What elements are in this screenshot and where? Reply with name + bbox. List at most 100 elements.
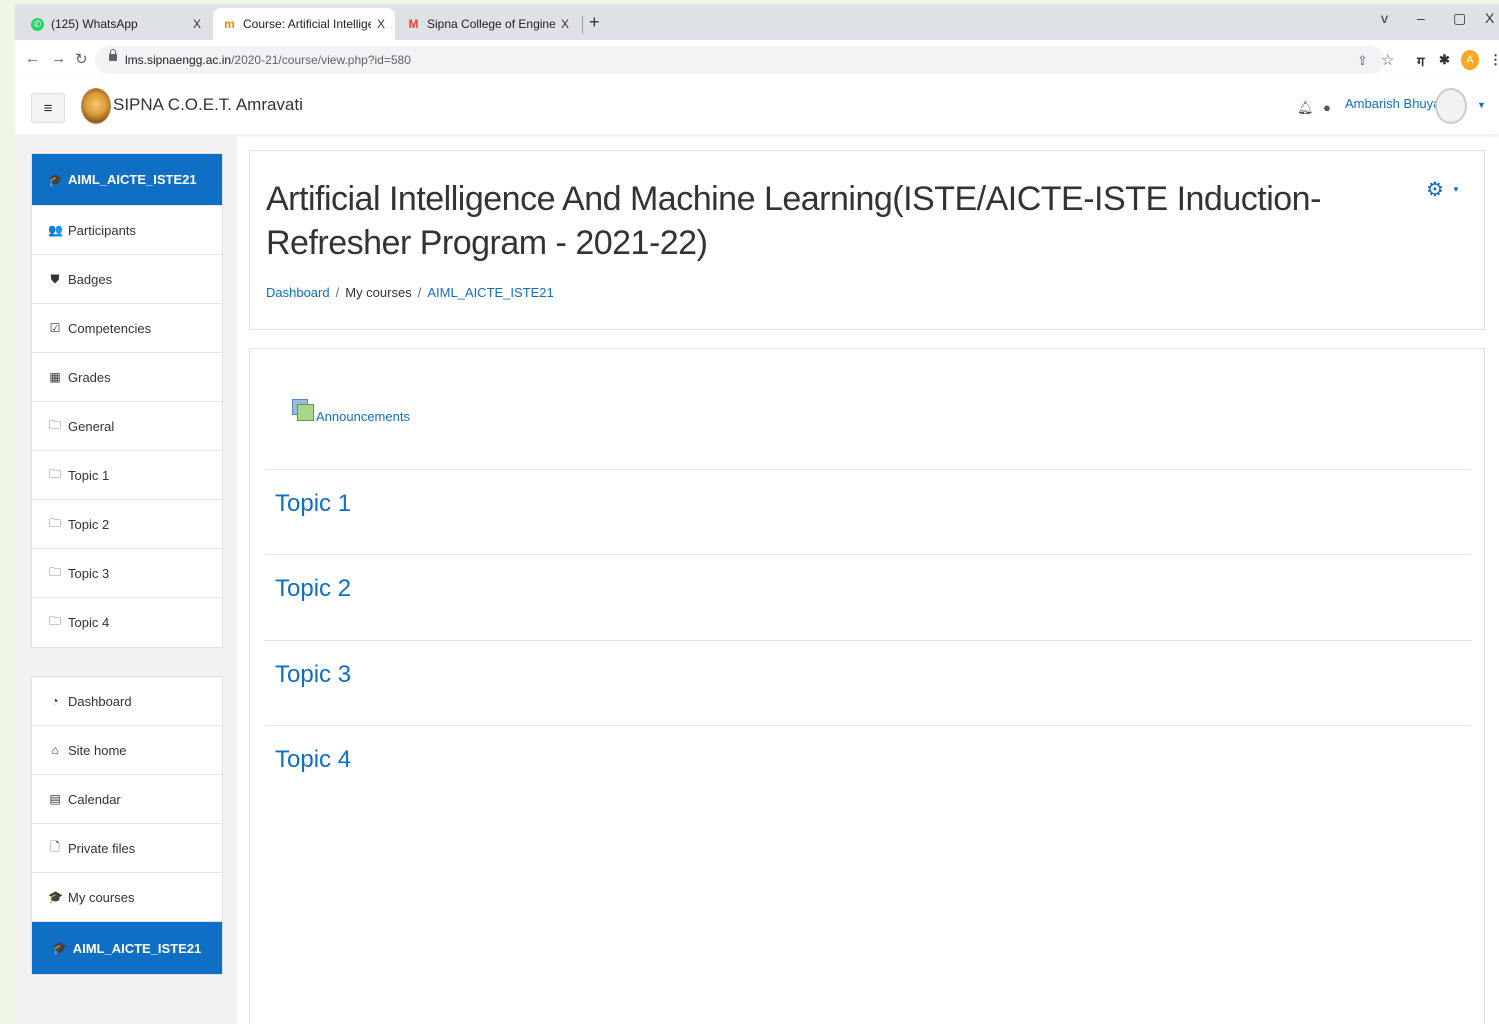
sidebar-item-label: General (68, 418, 115, 434)
graduation-cap-icon: 🎓 (48, 172, 63, 187)
chat-bubble-icon[interactable]: ● (1323, 100, 1331, 115)
reload-icon[interactable]: ↻ (75, 50, 88, 68)
sidebar-item-private-files[interactable]: 🗋 Private files (32, 824, 222, 873)
sidebar-item-label: Topic 3 (68, 565, 110, 581)
page-title: Artificial Intelligence And Machine Lear… (266, 180, 1321, 262)
folder-icon: 🗀 (48, 466, 61, 481)
site-nav-block: ◔ Dashboard ⌂ Site home ▤ Calendar 🗋 Private fi… (31, 676, 223, 975)
folder-icon: 🗀 (48, 417, 61, 432)
whatsapp-icon: ✆ (31, 17, 44, 31)
sidebar-item-label: AIML_AICTE_ISTE21 (72, 940, 202, 956)
sidebar-item-topic-4[interactable]: 🗀 Topic 4 (32, 598, 222, 647)
moodle-icon: m (224, 17, 235, 31)
tab-course[interactable]: m Course: Artificial Intelligence And X (213, 8, 395, 40)
section-title[interactable]: Topic 2 (275, 575, 351, 603)
site-name[interactable]: SIPNA C.O.E.T. Amravati (113, 95, 303, 115)
sidebar-item-grades[interactable]: ▦ Grades (32, 353, 222, 402)
profile-avatar-icon[interactable]: A (1461, 50, 1479, 70)
url-bar[interactable]: lms.sipnaengg.ac.in/2020-21/course/view.… (95, 46, 1394, 74)
hamburger-menu-button[interactable]: ≡ (31, 93, 65, 123)
breadcrumb-my-courses: My courses (345, 285, 412, 300)
close-tab-icon[interactable]: X (193, 17, 201, 31)
section-topic-3: Topic 3 (265, 640, 1471, 688)
site-navbar: ≡ SIPNA C.O.E.T. Amravati 🔔︎ ● Ambarish … (15, 80, 1499, 134)
user-avatar[interactable] (1435, 88, 1467, 124)
sidebar-item-label: Site home (68, 742, 127, 758)
puzzle-extensions-icon[interactable]: ✱ (1439, 52, 1450, 68)
sidebar-item-label: Competencies (68, 320, 152, 336)
address-bar-row: ← → ↻ lms.sipnaengg.ac.in/2020-21/course… (15, 40, 1499, 81)
tab-search-button[interactable]: v (1381, 10, 1388, 26)
forward-arrow-icon[interactable]: → (51, 50, 66, 67)
announcements-link[interactable]: Announcements (316, 409, 410, 424)
breadcrumb-dashboard[interactable]: Dashboard (266, 285, 330, 300)
sidebar-item-aiml-aicte-iste21[interactable]: 🎓 AIML_AICTE_ISTE21 (32, 154, 222, 206)
breadcrumb: Dashboard / My courses / AIML_AICTE_ISTE21 (266, 285, 554, 300)
sidebar-item-my-courses[interactable]: 🎓 My courses (32, 873, 222, 922)
shield-icon: ⛊ (50, 271, 60, 286)
gear-icon[interactable]: ⚙ (1426, 177, 1444, 202)
tab-gmail[interactable]: M Sipna College of Engineering &a X (397, 8, 579, 40)
user-name[interactable]: Ambarish Bhuyar (1345, 96, 1445, 111)
chevron-down-icon[interactable]: ▼ (1452, 185, 1460, 194)
bookmark-star-icon[interactable]: ☆ (1381, 51, 1394, 69)
tab-whatsapp[interactable]: ✆ (125) WhatsApp X (21, 8, 211, 40)
sidebar-item-dashboard[interactable]: ◔ Dashboard (32, 677, 222, 726)
tab-title: Course: Artificial Intelligence And (243, 17, 371, 31)
section-title[interactable]: Topic 1 (275, 490, 351, 518)
close-window-button[interactable]: X (1485, 10, 1494, 26)
course-nav-block: 🎓 AIML_AICTE_ISTE21 👥 Participants ⛊ Badges ☑ C… (31, 153, 223, 648)
check-square-icon: ☑ (49, 321, 61, 335)
new-tab-button[interactable]: + (589, 12, 600, 33)
sidebar-item-label: AIML_AICTE_ISTE21 (68, 172, 197, 187)
close-tab-icon[interactable]: X (377, 17, 385, 31)
sidebar-item-competencies[interactable]: ☑ Competencies (32, 304, 222, 353)
sidebar-item-aiml-aicte-iste21[interactable]: 🎓 AIML_AICTE_ISTE21 (32, 922, 222, 974)
sidebar-item-general[interactable]: 🗀 General (32, 402, 222, 451)
close-tab-icon[interactable]: X (561, 17, 569, 31)
section-title[interactable]: Topic 3 (275, 661, 351, 689)
lock-icon (109, 49, 117, 61)
home-icon: ⌂ (51, 743, 59, 757)
sidebar-item-label: Topic 2 (68, 516, 110, 532)
tachometer-icon: ◔ (51, 694, 59, 708)
sidebar-item-site-home[interactable]: ⌂ Site home (32, 726, 222, 775)
url-text[interactable]: lms.sipnaengg.ac.in/2020-21/course/view.… (125, 53, 411, 67)
folder-icon: 🗀 (48, 515, 61, 530)
graduation-cap-icon: 🎓 (48, 890, 63, 904)
sidebar-item-label: Participants (68, 222, 136, 238)
table-icon: ▦ (49, 370, 61, 384)
minimize-button[interactable]: – (1417, 10, 1425, 26)
sidebar-item-topic-3[interactable]: 🗀 Topic 3 (32, 549, 222, 598)
sidebar-item-topic-1[interactable]: 🗀 Topic 1 (32, 451, 222, 500)
section-title[interactable]: Topic 4 (275, 746, 351, 774)
folder-icon: 🗀 (48, 564, 61, 579)
college-logo[interactable] (81, 88, 111, 124)
sidebar-item-label: Topic 4 (68, 615, 110, 630)
tab-strip: ✆ (125) WhatsApp X m Course: Artificial … (15, 4, 1499, 40)
sidebar-item-topic-2[interactable]: 🗀 Topic 2 (32, 500, 222, 549)
section-topic-1: Topic 1 (265, 469, 1471, 517)
tab-title: Sipna College of Engineering &a (427, 17, 555, 31)
translate-extension-icon[interactable]: ग (1417, 52, 1424, 70)
graduation-cap-icon: 🎓 (52, 941, 68, 955)
more-menu-icon[interactable]: ⋮ (1489, 52, 1499, 68)
share-icon[interactable]: ⇪ (1357, 53, 1368, 69)
back-arrow-icon[interactable]: ← (25, 50, 40, 67)
restore-button[interactable]: ▢ (1453, 10, 1466, 27)
course-content: Announcements Topic 1 Topic 2 Topic 3 To… (249, 348, 1485, 1024)
sidebar-item-participants[interactable]: 👥 Participants (32, 206, 222, 255)
browser-window: ✆ (125) WhatsApp X m Course: Artificial … (15, 4, 1499, 1024)
sidebar-item-calendar[interactable]: ▤ Calendar (32, 775, 222, 824)
sidebar-item-badges[interactable]: ⛊ Badges (32, 255, 222, 304)
section-topic-4: Topic 4 (265, 725, 1471, 773)
sidebar-item-label: Grades (68, 369, 111, 385)
users-icon: 👥 (48, 223, 63, 237)
bell-icon[interactable]: 🔔︎ (1297, 100, 1314, 116)
chevron-down-icon[interactable]: ▼ (1477, 100, 1486, 110)
forum-icon (292, 399, 314, 421)
file-icon: 🗋 (50, 839, 60, 854)
sidebar-item-label: Badges (68, 271, 113, 287)
breadcrumb-course[interactable]: AIML_AICTE_ISTE21 (427, 285, 553, 300)
nav-drawer: 🎓 AIML_AICTE_ISTE21 👥 Participants ⛊ Badges ☑ C… (15, 134, 237, 1024)
